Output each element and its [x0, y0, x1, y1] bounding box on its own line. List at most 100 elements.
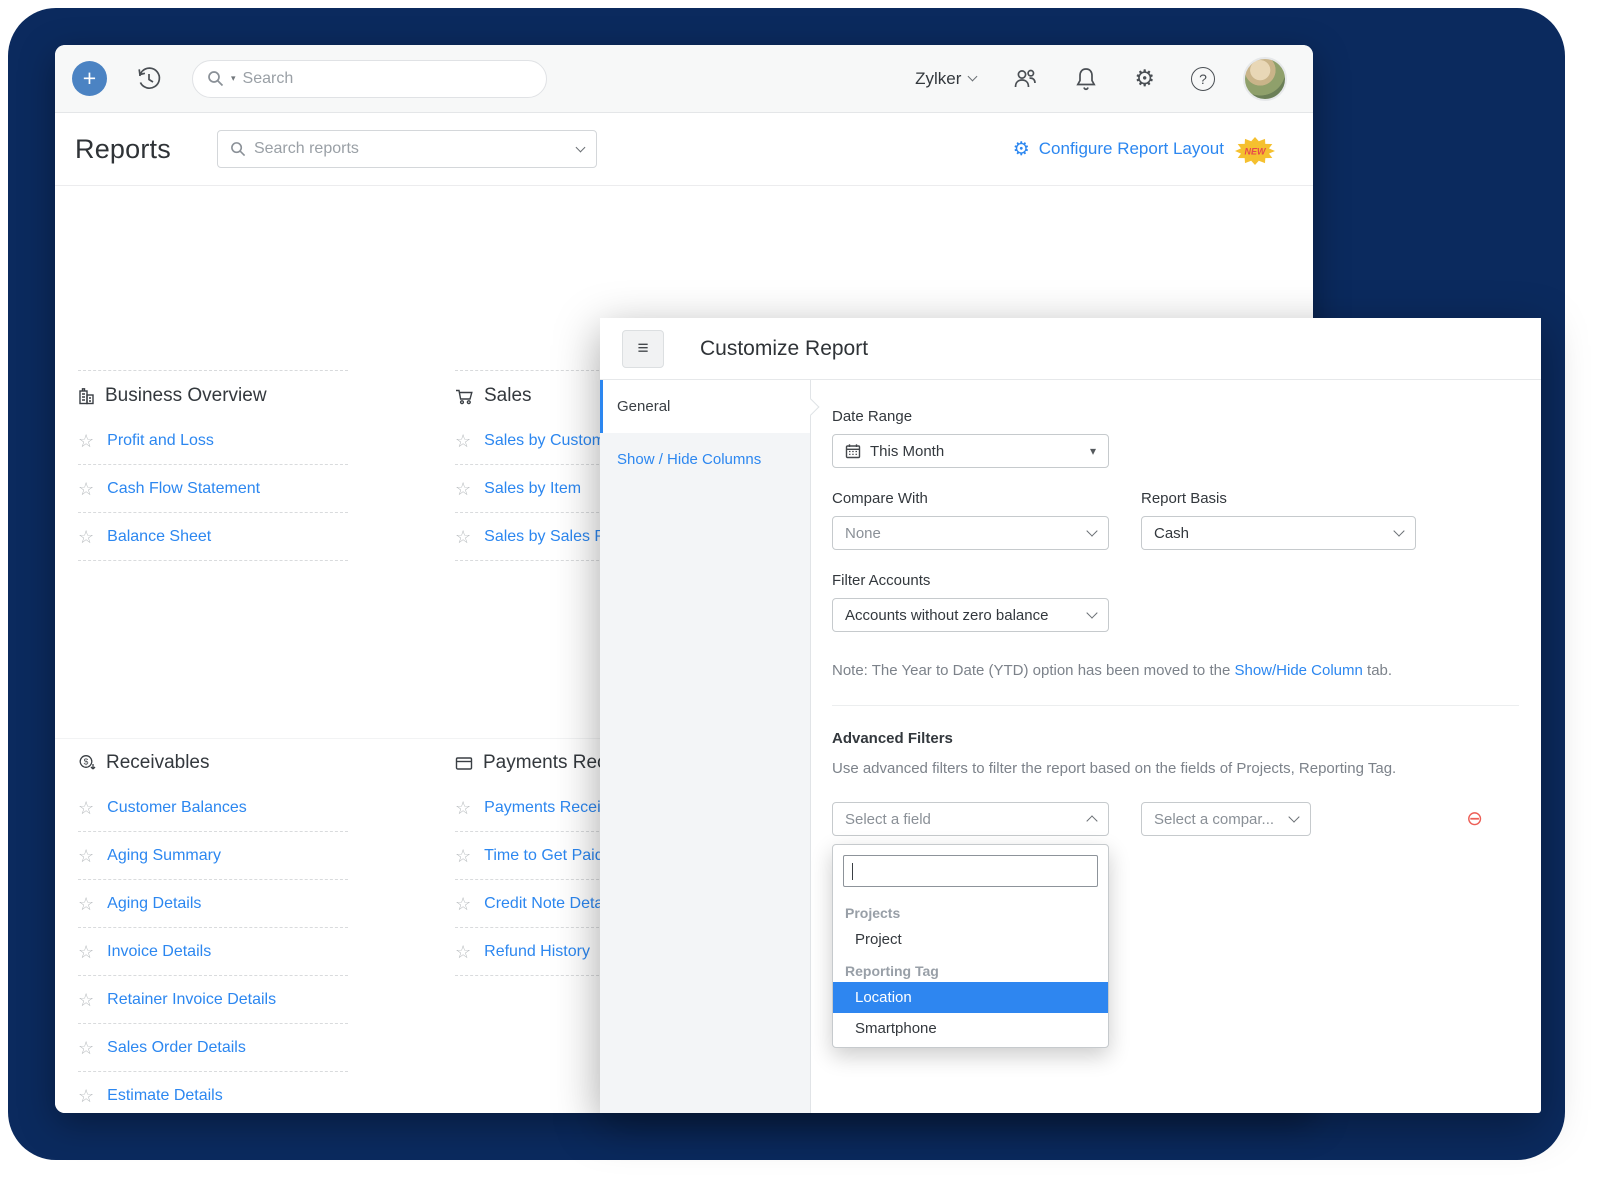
report-basis-select[interactable]: Cash	[1141, 516, 1416, 550]
report-link[interactable]: Retainer Invoice Details	[107, 991, 276, 1009]
global-search-input[interactable]	[243, 70, 532, 88]
star-icon[interactable]: ☆	[78, 1087, 94, 1105]
report-item[interactable]: ☆ Balance Sheet	[78, 513, 348, 561]
calendar-icon	[845, 443, 861, 459]
report-link[interactable]: Aging Summary	[107, 847, 221, 865]
topbar: + ▾ Zylker	[55, 45, 1313, 113]
chevron-down-icon	[968, 72, 978, 82]
remove-filter-icon[interactable]: ⊖	[1466, 809, 1483, 829]
gear-icon: ⚙	[1013, 140, 1030, 159]
tab-general[interactable]: General	[600, 380, 810, 433]
users-icon	[1012, 67, 1038, 91]
star-icon[interactable]: ☆	[78, 895, 94, 913]
star-icon[interactable]: ☆	[455, 480, 471, 498]
dropdown-option-project[interactable]: Project	[833, 924, 1108, 955]
star-icon[interactable]: ☆	[78, 1039, 94, 1057]
caret-down-icon: ▾	[1090, 445, 1096, 457]
report-item[interactable]: ☆ Cash Flow Statement	[78, 465, 348, 513]
compare-basis-row: Compare With None Report Basis Cash	[832, 490, 1491, 550]
filter-accounts-select[interactable]: Accounts without zero balance	[832, 598, 1109, 632]
building-icon	[78, 387, 95, 405]
report-item[interactable]: ☆ Retainer Invoice Details	[78, 976, 348, 1024]
star-icon[interactable]: ☆	[78, 528, 94, 546]
advanced-filters-title: Advanced Filters	[832, 730, 1491, 747]
star-icon[interactable]: ☆	[455, 847, 471, 865]
page-title: Reports	[75, 134, 171, 165]
report-link[interactable]: Sales Order Details	[107, 1039, 246, 1057]
new-badge-label: NEW	[1245, 147, 1268, 157]
report-item[interactable]: ☆ Estimate Details	[78, 1072, 348, 1113]
report-link[interactable]: Refund History	[484, 943, 590, 961]
show-hide-column-link[interactable]: Show/Hide Column	[1234, 662, 1362, 679]
section-divider	[832, 705, 1519, 706]
star-icon[interactable]: ☆	[455, 799, 471, 817]
help-button[interactable]: ?	[1191, 67, 1215, 91]
report-link[interactable]: Estimate Details	[107, 1087, 223, 1105]
filter-accounts-label: Filter Accounts	[832, 572, 1491, 589]
chevron-down-icon	[1288, 811, 1299, 822]
star-icon[interactable]: ☆	[455, 943, 471, 961]
field-select[interactable]: Select a field	[832, 802, 1109, 836]
report-link[interactable]: Credit Note Details	[484, 895, 618, 913]
report-link[interactable]: Profit and Loss	[107, 432, 214, 450]
star-icon[interactable]: ☆	[78, 432, 94, 450]
report-item[interactable]: ☆ Customer Balances	[78, 784, 348, 832]
report-item[interactable]: ☆ Profit and Loss	[78, 417, 348, 465]
collapse-panel-button[interactable]: ≡	[622, 330, 664, 368]
global-search[interactable]: ▾	[192, 60, 547, 98]
star-icon[interactable]: ☆	[78, 943, 94, 961]
new-badge: NEW	[1235, 137, 1275, 165]
comparator-select[interactable]: Select a compar...	[1141, 802, 1311, 836]
text-cursor	[852, 863, 853, 880]
dropdown-search-input[interactable]	[843, 855, 1098, 887]
report-item[interactable]: ☆ Aging Details	[78, 880, 348, 928]
search-scope-caret-icon[interactable]: ▾	[231, 73, 236, 84]
star-icon[interactable]: ☆	[78, 799, 94, 817]
dropdown-option-smartphone[interactable]: Smartphone	[833, 1013, 1108, 1044]
org-switcher[interactable]: Zylker	[915, 69, 976, 89]
report-search-box[interactable]	[217, 130, 597, 168]
report-item[interactable]: ☆ Invoice Details	[78, 928, 348, 976]
report-link[interactable]: Invoice Details	[107, 943, 211, 961]
star-icon[interactable]: ☆	[455, 528, 471, 546]
report-search-input[interactable]	[254, 140, 569, 158]
quick-create-button[interactable]: +	[72, 61, 107, 96]
report-item[interactable]: ☆ Aging Summary	[78, 832, 348, 880]
star-icon[interactable]: ☆	[455, 432, 471, 450]
recent-history-button[interactable]	[136, 66, 162, 92]
report-item[interactable]: ☆ Sales Order Details	[78, 1024, 348, 1072]
star-icon[interactable]: ☆	[78, 480, 94, 498]
modal-body: General Show / Hide Columns Date Range T…	[600, 380, 1541, 1113]
star-icon[interactable]: ☆	[78, 847, 94, 865]
report-link[interactable]: Sales by Item	[484, 480, 581, 498]
chevron-down-icon[interactable]	[576, 142, 586, 152]
section-heading: $ Receivables	[78, 752, 348, 774]
section-title: Receivables	[106, 752, 210, 774]
report-link[interactable]: Customer Balances	[107, 799, 247, 817]
date-range-select[interactable]: This Month ▾	[832, 434, 1109, 468]
field-select-value: Select a field	[845, 811, 931, 828]
advanced-filter-row: Select a field Select a compar... ⊖ Proj…	[832, 802, 1491, 836]
receivables-icon: $	[78, 754, 96, 772]
star-icon[interactable]: ☆	[78, 991, 94, 1009]
report-link[interactable]: Aging Details	[107, 895, 201, 913]
dropdown-option-location[interactable]: Location	[833, 982, 1108, 1013]
history-icon	[136, 66, 162, 92]
compare-with-select[interactable]: None	[832, 516, 1109, 550]
customize-report-modal: ≡ Customize Report General Show / Hide C…	[600, 318, 1541, 1113]
user-avatar[interactable]	[1243, 57, 1287, 101]
report-link[interactable]: Time to Get Paid	[484, 847, 603, 865]
search-icon	[207, 70, 224, 87]
notifications-button[interactable]	[1074, 66, 1098, 92]
users-button[interactable]	[1012, 67, 1038, 91]
compare-with-field: Compare With None	[832, 490, 1109, 550]
comparator-select-value: Select a compar...	[1154, 811, 1274, 828]
help-icon: ?	[1191, 67, 1215, 91]
star-icon[interactable]: ☆	[455, 895, 471, 913]
report-link[interactable]: Balance Sheet	[107, 528, 211, 546]
plus-icon: +	[83, 67, 96, 90]
tab-show-hide-columns[interactable]: Show / Hide Columns	[600, 433, 810, 486]
configure-report-layout-button[interactable]: ⚙ Configure Report Layout NEW	[1013, 135, 1275, 163]
settings-button[interactable]: ⚙	[1134, 67, 1155, 90]
report-link[interactable]: Cash Flow Statement	[107, 480, 260, 498]
